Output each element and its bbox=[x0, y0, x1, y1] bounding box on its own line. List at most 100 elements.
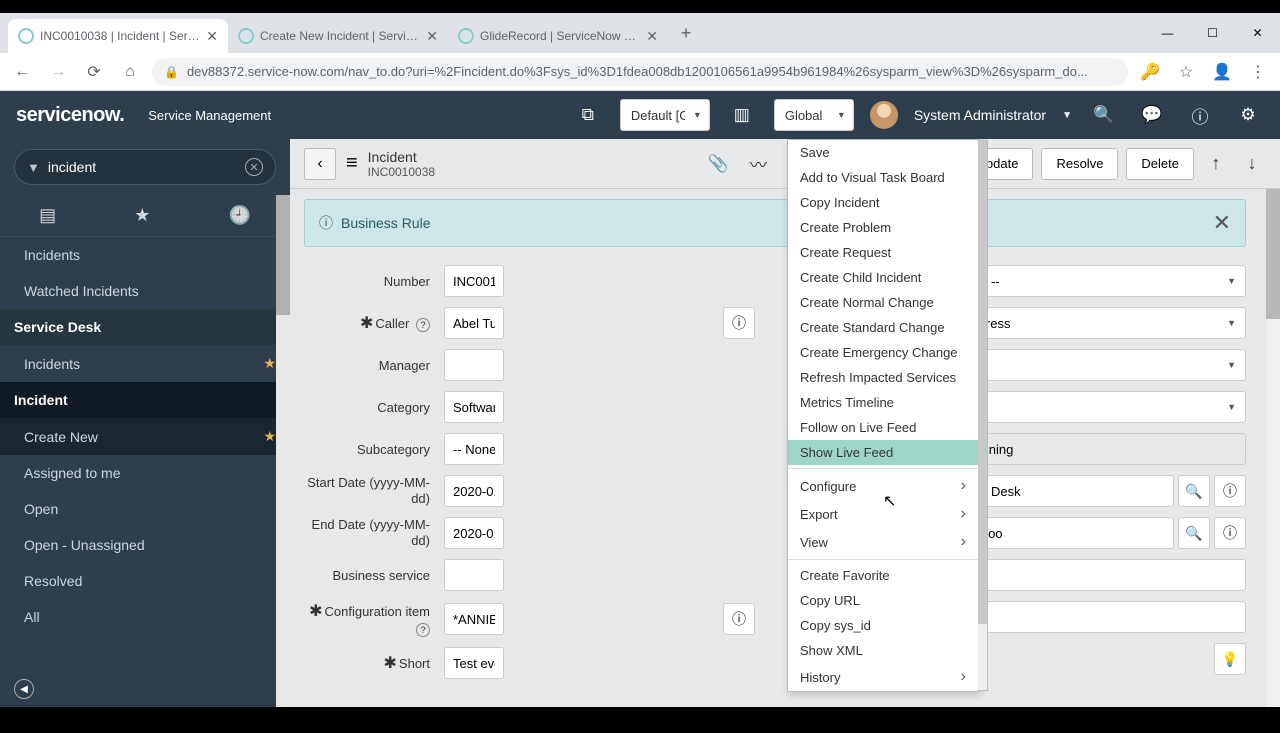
close-icon[interactable]: ✕ bbox=[646, 28, 658, 45]
start-date-field[interactable] bbox=[444, 475, 504, 507]
short-desc-field[interactable] bbox=[444, 647, 504, 679]
url-input[interactable]: 🔒 dev88372.service-now.com/nav_to.do?uri… bbox=[152, 58, 1128, 86]
key-icon[interactable]: 🔑 bbox=[1136, 58, 1164, 86]
bookmark-button[interactable]: ☆ bbox=[1172, 58, 1200, 86]
nav-header-incident[interactable]: Incident bbox=[0, 382, 290, 418]
tab-title: INC0010038 | Incident | ServiceN bbox=[40, 29, 200, 43]
caller-field[interactable] bbox=[444, 307, 504, 339]
menu-item-create-favorite[interactable]: Create Favorite bbox=[788, 563, 978, 588]
kebab-menu[interactable]: ⋮ bbox=[1244, 58, 1272, 86]
chevron-down-icon[interactable]: ▼ bbox=[1062, 110, 1072, 121]
nav-item-create-new[interactable]: Create New★ bbox=[0, 418, 290, 455]
lookup-icon[interactable]: 🔍 bbox=[1178, 517, 1210, 549]
domain-picker[interactable] bbox=[774, 99, 854, 131]
chat-icon[interactable]: 💬 bbox=[1136, 99, 1168, 131]
menu-item-metrics-timeline[interactable]: Metrics Timeline bbox=[788, 390, 978, 415]
minimize-button[interactable]: — bbox=[1145, 18, 1190, 48]
menu-item-create-normal-change[interactable]: Create Normal Change bbox=[788, 290, 978, 315]
menu-item-create-problem[interactable]: Create Problem bbox=[788, 215, 978, 240]
close-window-button[interactable]: ✕ bbox=[1235, 18, 1280, 48]
browser-tab-2[interactable]: Create New Incident | ServiceNo ✕ bbox=[228, 19, 448, 53]
all-apps-icon[interactable]: ▤ bbox=[39, 205, 56, 226]
back-button[interactable]: ← bbox=[8, 58, 36, 86]
number-field[interactable] bbox=[444, 265, 504, 297]
browser-tab-1[interactable]: INC0010038 | Incident | ServiceN ✕ bbox=[8, 19, 228, 53]
forward-button[interactable]: → bbox=[44, 58, 72, 86]
menu-item-copy-sys_id[interactable]: Copy sys_id bbox=[788, 613, 978, 638]
nav-item-watched[interactable]: Watched Incidents bbox=[0, 273, 290, 309]
subcategory-field[interactable] bbox=[444, 433, 504, 465]
browser-tab-3[interactable]: GlideRecord | ServiceNow Develo ✕ bbox=[448, 19, 668, 53]
avatar[interactable] bbox=[870, 101, 898, 129]
menu-item-add-to-visual-task-board[interactable]: Add to Visual Task Board bbox=[788, 165, 978, 190]
menu-item-follow-on-live-feed[interactable]: Follow on Live Feed bbox=[788, 415, 978, 440]
attachment-icon[interactable]: 📎 bbox=[702, 148, 734, 180]
menu-item-save[interactable]: Save bbox=[788, 140, 978, 165]
lookup-icon[interactable]: 🔍 bbox=[1178, 475, 1210, 507]
app-scope-icon[interactable]: ▥ bbox=[726, 99, 758, 131]
close-icon[interactable]: ✕ bbox=[1213, 210, 1231, 236]
nav-item-incidents[interactable]: Incidents bbox=[0, 237, 290, 273]
info-icon[interactable]: ⓘ bbox=[1214, 517, 1246, 549]
menu-scrollbar[interactable] bbox=[978, 140, 988, 691]
nav-item-sd-incidents[interactable]: Incidents★ bbox=[0, 345, 290, 382]
collapse-nav-button[interactable]: ◀ bbox=[0, 671, 290, 707]
filter-input[interactable] bbox=[48, 159, 237, 175]
nav-item-all[interactable]: All bbox=[0, 599, 290, 635]
info-icon[interactable]: ⓘ bbox=[723, 603, 755, 635]
close-icon[interactable]: ✕ bbox=[426, 28, 438, 45]
profile-button[interactable]: 👤 bbox=[1208, 58, 1236, 86]
ci-field[interactable] bbox=[444, 603, 504, 635]
update-set-icon[interactable]: ⧉ bbox=[572, 99, 604, 131]
favorites-icon[interactable]: ★ bbox=[134, 205, 150, 226]
menu-item-view[interactable]: View bbox=[788, 528, 978, 556]
info-icon[interactable]: ⓘ bbox=[723, 307, 755, 339]
nav-item-open-unassigned[interactable]: Open - Unassigned bbox=[0, 527, 290, 563]
menu-item-copy-incident[interactable]: Copy Incident bbox=[788, 190, 978, 215]
end-date-field[interactable] bbox=[444, 517, 504, 549]
nav-item-resolved[interactable]: Resolved bbox=[0, 563, 290, 599]
nav-item-assigned[interactable]: Assigned to me bbox=[0, 455, 290, 491]
filter-navigator[interactable]: ▼ ✕ bbox=[14, 149, 276, 185]
menu-item-history[interactable]: History bbox=[788, 663, 978, 691]
scope-picker[interactable] bbox=[620, 99, 710, 131]
next-record-button[interactable]: ↓ bbox=[1238, 153, 1266, 174]
prev-record-button[interactable]: ↑ bbox=[1202, 153, 1230, 174]
maximize-button[interactable]: ☐ bbox=[1190, 18, 1235, 48]
form-content: ‹ ≡ Incident INC0010038 📎 〰 ⚙ ⋯ Follow ▾… bbox=[290, 139, 1280, 707]
help-icon[interactable]: ⓘ bbox=[1184, 99, 1216, 131]
history-icon[interactable]: 🕘 bbox=[229, 205, 251, 226]
manager-field[interactable] bbox=[444, 349, 504, 381]
search-icon[interactable]: 🔍 bbox=[1088, 99, 1120, 131]
menu-item-show-xml[interactable]: Show XML bbox=[788, 638, 978, 663]
context-menu-button[interactable]: ≡ bbox=[346, 152, 358, 175]
suggestion-icon[interactable]: 💡 bbox=[1214, 643, 1246, 675]
clear-icon[interactable]: ✕ bbox=[245, 158, 263, 176]
menu-item-create-emergency-change[interactable]: Create Emergency Change bbox=[788, 340, 978, 365]
menu-item-copy-url[interactable]: Copy URL bbox=[788, 588, 978, 613]
menu-item-show-live-feed[interactable]: Show Live Feed bbox=[788, 440, 978, 465]
nav-header-service-desk[interactable]: Service Desk bbox=[0, 309, 290, 345]
activity-icon[interactable]: 〰 bbox=[742, 148, 774, 180]
content-scrollbar[interactable] bbox=[1266, 189, 1280, 707]
reload-button[interactable]: ⟳ bbox=[80, 58, 108, 86]
menu-item-export[interactable]: Export bbox=[788, 500, 978, 528]
home-button[interactable]: ⌂ bbox=[116, 58, 144, 86]
menu-item-configure[interactable]: Configure bbox=[788, 472, 978, 500]
menu-item-create-child-incident[interactable]: Create Child Incident bbox=[788, 265, 978, 290]
gear-icon[interactable]: ⚙ bbox=[1232, 99, 1264, 131]
menu-item-create-request[interactable]: Create Request bbox=[788, 240, 978, 265]
resolve-button[interactable]: Resolve bbox=[1041, 148, 1118, 180]
back-button[interactable]: ‹ bbox=[304, 148, 336, 180]
new-tab-button[interactable]: + bbox=[672, 19, 700, 47]
service-field[interactable] bbox=[444, 559, 504, 591]
category-field[interactable] bbox=[444, 391, 504, 423]
nav-item-open[interactable]: Open bbox=[0, 491, 290, 527]
info-icon[interactable]: ⓘ bbox=[1214, 475, 1246, 507]
menu-item-refresh-impacted-services[interactable]: Refresh Impacted Services bbox=[788, 365, 978, 390]
user-name[interactable]: System Administrator bbox=[914, 107, 1046, 123]
sidebar-scrollbar[interactable] bbox=[276, 195, 290, 707]
menu-item-create-standard-change[interactable]: Create Standard Change bbox=[788, 315, 978, 340]
close-icon[interactable]: ✕ bbox=[206, 28, 218, 45]
delete-button[interactable]: Delete bbox=[1126, 148, 1194, 180]
